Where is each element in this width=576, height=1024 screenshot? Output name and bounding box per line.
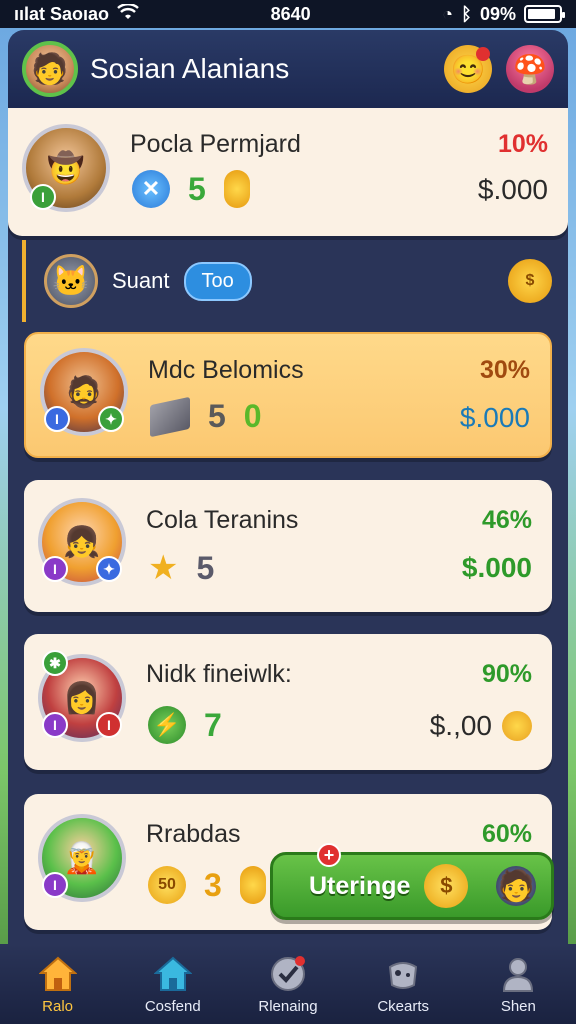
nav-item-home[interactable]: Ralo <box>8 954 108 1015</box>
emoji-icon <box>502 711 532 741</box>
list-item[interactable]: 👩 I I ✱ Nidk fineiwlk: 90% ⚡ 7 $.,00 <box>24 634 552 770</box>
coin-icon: 50 <box>148 866 186 904</box>
hero-percent: 90% <box>481 660 532 688</box>
list-item[interactable]: 🤠 I Pocla Permjard 10% ✕ 5 $.000 <box>8 108 568 236</box>
level-icon: I <box>42 556 68 582</box>
nav-label: Shen <box>500 997 536 1015</box>
nav-label: Cosfend <box>144 997 201 1015</box>
hero-avatar: 🧔 I ✦ <box>40 348 128 436</box>
skill-icon: ✦ <box>98 406 124 432</box>
hero-percent: 46% <box>481 506 532 534</box>
coin-icon[interactable]: $ <box>508 259 552 303</box>
hero-value: $.000 <box>459 402 530 433</box>
leaf-icon: ⚡ <box>148 706 186 744</box>
coin-icon <box>223 170 250 208</box>
upgrade-button-label: Uteringe <box>309 871 411 900</box>
bluetooth-icon: ᛒ <box>461 3 472 24</box>
hero-percent: 10% <box>497 130 548 158</box>
upgrade-button[interactable]: + Uteringe $ 🧑 <box>270 843 554 920</box>
coin-icon: $ <box>424 864 469 908</box>
hero-stat: 5 <box>188 170 206 207</box>
nav-label: Ralo <box>42 997 74 1015</box>
carrier-label: ıılat Saoıao <box>14 3 110 24</box>
battery-percent: 09% <box>479 3 516 24</box>
helper-avatar: 🧑 <box>496 866 537 906</box>
status-bar: ıılat Saoıao 8640 ◔ ᛒ 09% <box>0 0 576 28</box>
level-icon: I <box>42 712 68 738</box>
alarm-icon: ◔ <box>442 3 454 24</box>
home-icon <box>38 954 78 994</box>
bonus-icon: ✱ <box>42 650 68 676</box>
hero-stat: 5 <box>208 398 226 434</box>
check-icon <box>268 954 308 994</box>
list-item[interactable]: 👧 I ✦ Cola Teranins 46% ★ 5 $.000 <box>24 480 552 612</box>
hero-avatar: 👩 I I ✱ <box>38 650 126 742</box>
user-icon <box>498 954 538 994</box>
bottom-nav: Ralo Cosfend Rlenaing Ckearts Shen <box>0 944 576 1024</box>
hero-name: Nidk fineiwlk: <box>146 660 292 688</box>
hero-stat: 7 <box>204 706 222 743</box>
hero-stat: 3 <box>204 866 222 903</box>
hero-value: $.000 <box>477 174 548 205</box>
nav-item-shen[interactable]: Shen <box>468 954 568 1015</box>
hero-list-panel: 🤠 I Pocla Permjard 10% ✕ 5 $.000 🐱 Suant… <box>8 108 568 944</box>
section-header: 🐱 Suant Too $ <box>22 240 552 322</box>
hero-avatar: 🤠 I <box>22 124 110 212</box>
shop-icon[interactable]: 🍄 <box>506 45 554 93</box>
controller-icon <box>383 954 423 994</box>
nav-label: Rlenaing <box>258 997 318 1015</box>
nav-item-cosfend[interactable]: Cosfend <box>123 954 223 1015</box>
hero-avatar: 👧 I ✦ <box>38 498 126 586</box>
profile-avatar[interactable]: 🧑 <box>22 41 78 97</box>
hero-value-text: $.,00 <box>429 710 492 741</box>
star-icon: ★ <box>148 549 179 587</box>
app-header: 🧑 Sosian Alanians 😊 🍄 <box>8 30 568 108</box>
skill-icon: I <box>96 712 122 738</box>
hero-name: Mdc Belomics <box>148 356 304 384</box>
battery-icon <box>523 5 565 23</box>
hero-name: Cola Teranins <box>146 506 299 534</box>
hero-percent: 30% <box>479 356 530 384</box>
battery-level <box>527 9 555 19</box>
hero-stat-secondary: 0 <box>243 398 262 434</box>
skill-icon: ✦ <box>96 556 122 582</box>
nav-item-rlenaing[interactable]: Rlenaing <box>238 954 338 1015</box>
section-filter-button[interactable]: Too <box>183 261 252 301</box>
clock: 8640 <box>270 3 311 24</box>
level-icon: I <box>30 184 56 210</box>
level-icon: I <box>44 406 70 432</box>
home-icon <box>153 954 193 994</box>
hero-avatar: 🧝 I <box>38 814 126 902</box>
hero-percent: 60% <box>481 820 532 848</box>
hero-value: $.000 <box>461 552 532 583</box>
list-item[interactable]: 🧔 I ✦ Mdc Belomics 30% 5 0 $.000 <box>24 332 552 458</box>
page-title: Sosian Alanians <box>90 53 290 84</box>
hero-name: Rrabdas <box>146 820 241 848</box>
hero-name: Pocla Permjard <box>130 130 301 158</box>
coin-icon <box>239 866 266 904</box>
section-label: Suant <box>112 268 170 293</box>
hero-value: $.,00 <box>430 710 532 742</box>
nav-label: Ckearts <box>377 997 429 1015</box>
wifi-icon <box>117 2 139 25</box>
cube-icon <box>150 396 190 437</box>
nav-item-ckearts[interactable]: Ckearts <box>353 954 453 1015</box>
x-icon: ✕ <box>132 170 170 208</box>
plus-badge-icon: + <box>317 843 341 867</box>
section-avatar: 🐱 <box>44 254 98 308</box>
hero-stat: 5 <box>196 549 215 586</box>
notifications-icon[interactable]: 😊 <box>444 45 492 93</box>
level-icon: I <box>42 872 68 898</box>
